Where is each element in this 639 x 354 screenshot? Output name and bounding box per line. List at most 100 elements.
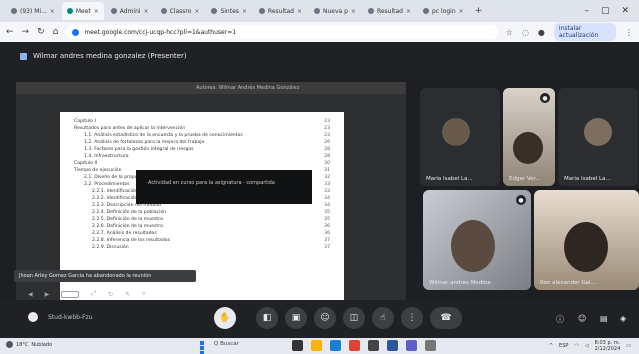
minimize-icon[interactable]: – <box>584 6 589 16</box>
toc-entry-text: 2.2.6. Definición de la muestra <box>92 224 163 229</box>
chrome-icon[interactable] <box>349 340 360 351</box>
browser-address-bar: ← → ↻ ⌂ meet.google.com/ccj-ucqp-hcc?pli… <box>0 22 639 42</box>
toc-entry-text: 2.2.8. Inferencia de los resultados <box>92 238 170 243</box>
end-call-button[interactable]: ☎ <box>430 307 462 329</box>
browser-tab[interactable]: Resultad × <box>254 2 307 20</box>
people-icon[interactable]: ☺ <box>578 314 586 323</box>
close-window-icon[interactable]: ✕ <box>621 6 629 16</box>
toc-entry-text: 2.2.4. Definición de la población <box>92 210 167 215</box>
self-avatar-icon[interactable] <box>28 312 38 322</box>
screen: (93) Mi... × Meet × Admini × Classro × Sinte… <box>0 0 639 354</box>
participant-video-thumbnail <box>513 132 543 164</box>
pen-icon[interactable]: ✎ <box>125 291 130 298</box>
next-page-icon[interactable]: ▶ <box>45 291 50 298</box>
fit-page-icon[interactable]: ⤢ <box>91 290 96 298</box>
participant-tile[interactable]: Maria Isabel La... <box>420 88 500 186</box>
toc-page-number: 28 <box>324 154 330 159</box>
captions-button[interactable]: ◧ <box>256 307 278 329</box>
home-icon[interactable]: ⌂ <box>53 27 59 37</box>
toc-line: 2.2.9. Discusión 37 <box>74 244 330 251</box>
browser-tab[interactable]: Classro × <box>156 2 205 20</box>
tray-chevron-icon[interactable]: ^ <box>549 343 553 349</box>
language-indicator[interactable]: ESP <box>559 343 568 349</box>
camera-button[interactable]: ◫ <box>343 307 365 329</box>
word-icon[interactable] <box>387 340 398 351</box>
browser-menu-icon[interactable]: ⋮ <box>625 28 633 37</box>
bookmark-star-icon[interactable]: ☆ <box>506 28 513 37</box>
forward-icon[interactable]: → <box>22 27 30 37</box>
chat-icon[interactable]: ▤ <box>600 314 608 323</box>
close-tab-icon[interactable]: × <box>297 8 302 15</box>
new-tab-button[interactable]: + <box>475 6 483 16</box>
store-icon[interactable] <box>368 340 379 351</box>
taskbar-clock[interactable]: 8:03 p. m. 2/12/2024 <box>595 340 621 352</box>
browser-tab-strip: (93) Mi... × Meet × Admini × Classro × Sinte… <box>0 0 639 22</box>
raise-hand-button[interactable]: ✋ <box>214 307 236 329</box>
prev-page-icon[interactable]: ◀ <box>28 291 33 298</box>
toc-line: 1.1. Análisis estadístico de la encuesta… <box>74 132 330 139</box>
edge-icon[interactable] <box>330 340 341 351</box>
close-tab-icon[interactable]: × <box>144 8 149 15</box>
participant-tile[interactable]: ● Wilmar andres Medina <box>423 190 531 290</box>
document-controls: ◀ ▶ ⤢ ↻ ✎ ⌕ <box>16 288 406 300</box>
notice-text: Jhoan Arley Gomez Garcia ha abandonado l… <box>19 273 152 279</box>
start-menu-icon[interactable] <box>200 341 209 354</box>
browser-tab[interactable]: Admini × <box>106 2 154 20</box>
teams-icon[interactable] <box>406 340 417 351</box>
file-explorer-icon[interactable] <box>311 340 322 351</box>
weather-widget[interactable]: 18°C Nublado <box>6 341 52 348</box>
browser-tab[interactable]: Nueva p × <box>309 2 361 20</box>
browser-tab[interactable]: pc login × <box>418 2 469 20</box>
participant-name: Wilmar andres Medina <box>429 280 491 286</box>
close-tab-icon[interactable]: × <box>50 8 55 15</box>
profile-avatar-icon[interactable]: ● <box>538 28 545 37</box>
close-tab-icon[interactable]: × <box>194 8 199 15</box>
close-tab-icon[interactable]: × <box>459 8 464 15</box>
info-icon[interactable]: ⓘ <box>556 314 564 325</box>
settings-icon[interactable] <box>425 340 436 351</box>
os-taskbar: 18°C Nublado Q Buscar ^ ESP ◠ ◁ 8:03 p. … <box>0 338 639 354</box>
meeting-code: Stud-kwbb-Fzu <box>48 314 93 321</box>
extensions-icon[interactable]: ◌ <box>522 28 529 37</box>
toc-line: 2.2.8. Inferencia de los resultados 37 <box>74 237 330 244</box>
search-doc-icon[interactable]: ⌕ <box>142 290 145 298</box>
task-view-icon[interactable] <box>292 340 303 351</box>
participant-tile[interactable]: Ron alexander Gal... <box>534 190 639 290</box>
rotate-icon[interactable]: ↻ <box>108 291 113 298</box>
reload-icon[interactable]: ↻ <box>37 27 45 37</box>
close-tab-icon[interactable]: × <box>351 8 356 15</box>
browser-tab[interactable]: Resultad × <box>363 2 416 20</box>
tab-label: pc login <box>432 7 456 15</box>
activities-icon[interactable]: ◈ <box>620 314 626 323</box>
toc-page-number: 33 <box>324 189 330 194</box>
present-button[interactable]: ▣ <box>285 307 307 329</box>
close-tab-icon[interactable]: × <box>242 8 247 15</box>
wifi-icon[interactable]: ◠ <box>574 343 578 349</box>
participant-tile[interactable]: ● Edgar Ver... <box>503 88 555 186</box>
volume-icon[interactable]: ◁ <box>585 343 589 349</box>
browser-tab[interactable]: Sintes × <box>206 2 251 20</box>
site-info-icon[interactable] <box>72 28 80 36</box>
more-options-button[interactable]: ⋮ <box>401 307 423 329</box>
hand-button[interactable]: ☝ <box>372 307 394 329</box>
notifications-icon[interactable]: ▭ <box>626 343 631 349</box>
emoji-button[interactable]: ☺ <box>314 307 336 329</box>
update-button[interactable]: Instalar actualización <box>553 23 616 41</box>
toc-page-number: 34 <box>324 196 330 201</box>
tab-label: Resultad <box>376 7 403 15</box>
participant-name: Maria Isabel La... <box>564 176 611 182</box>
taskbar-search[interactable]: Q Buscar <box>214 341 239 347</box>
muted-mic-icon: ● <box>540 93 550 103</box>
zoom-control[interactable] <box>61 290 80 298</box>
close-tab-icon[interactable]: × <box>94 8 99 15</box>
back-icon[interactable]: ← <box>6 27 14 37</box>
participant-tile[interactable]: Maria Isabel La... <box>558 88 638 186</box>
close-tab-icon[interactable]: × <box>406 8 411 15</box>
browser-tab-active[interactable]: Meet × <box>61 2 104 20</box>
tab-label: Nueva p <box>322 7 348 15</box>
url-input[interactable]: meet.google.com/ccj-ucqp-hcc?pli=1&authu… <box>66 25 498 39</box>
browser-tab[interactable]: (93) Mi... × <box>6 2 60 20</box>
toc-page-number: 33 <box>324 182 330 187</box>
toc-line: Capítulo II 30 <box>74 160 330 167</box>
maximize-icon[interactable]: ▢ <box>601 6 610 16</box>
